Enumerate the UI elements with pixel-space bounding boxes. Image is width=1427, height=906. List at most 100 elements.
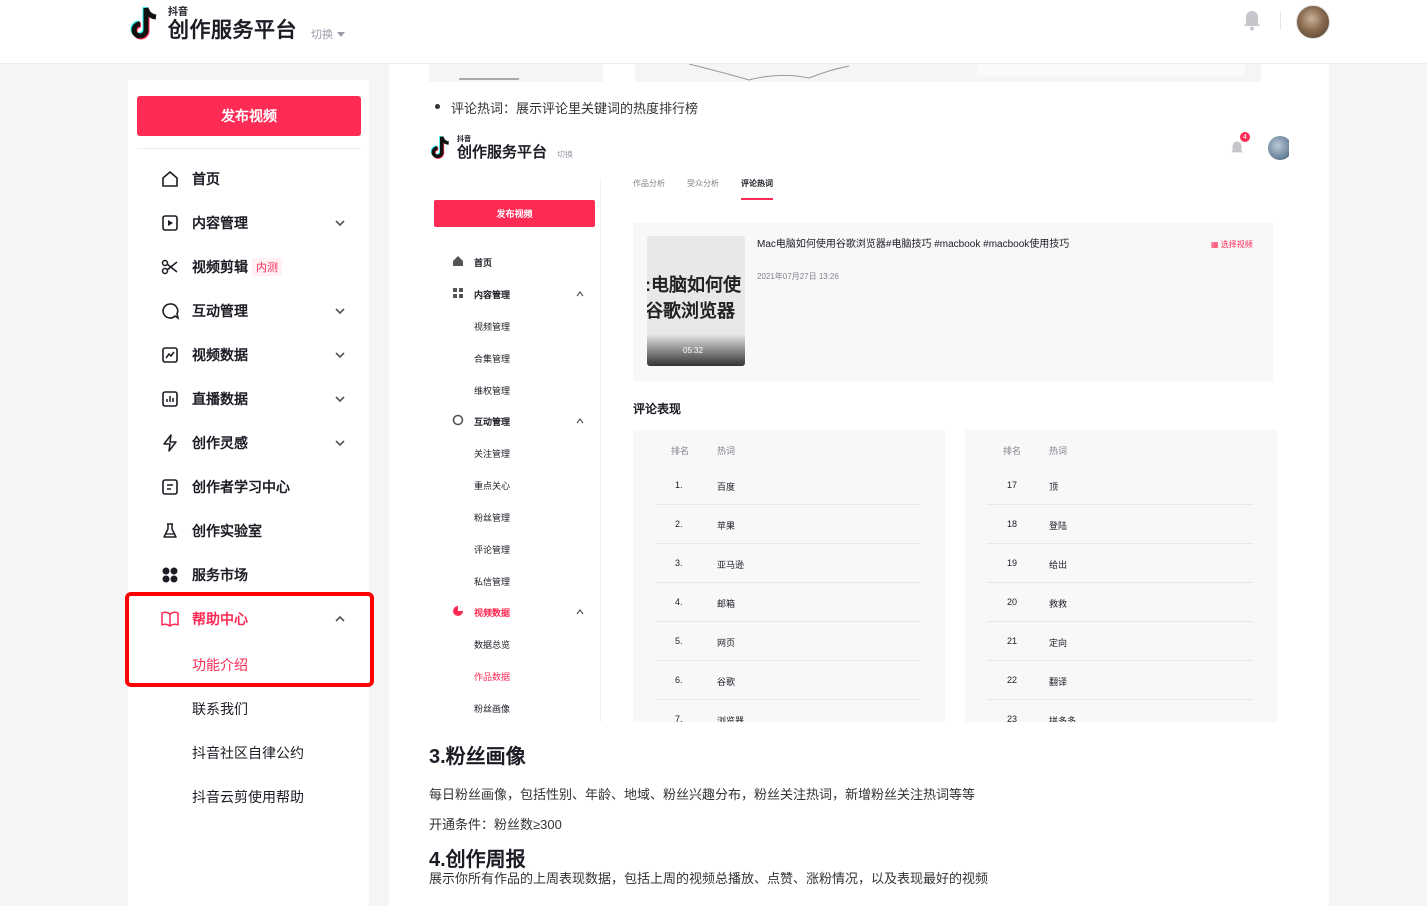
table-row: 20 救救 xyxy=(987,583,1253,622)
video-duration: 05:32 xyxy=(683,346,704,355)
shot-nav-item: 视频数据 xyxy=(474,608,511,618)
sidebar-item-video-edit[interactable]: 视频剪辑 内测 xyxy=(128,245,369,289)
shot-sidebar: 发布视频 首页 内容管理 视频管理 合集管理 维权管理 互动管理 关注管理 重点… xyxy=(429,178,601,722)
shot-nav-item: 重点关心 xyxy=(474,481,511,491)
table-row: 21 定向 xyxy=(987,622,1253,661)
weekly-report-description: 展示你所有作品的上周表现数据，包括上周的视频总播放、点赞、涨粉情况，以及表现最好… xyxy=(429,871,989,886)
shot-nav-item: 数据总览 xyxy=(474,640,511,650)
sidebar-item-label: 创作实验室 xyxy=(192,523,262,539)
tiktok-logo-icon xyxy=(130,7,157,40)
chevron-down-icon xyxy=(335,308,345,315)
tab-audience-analysis: 受众分析 xyxy=(687,179,719,188)
video-date: 2021年07月27日 13:26 xyxy=(757,272,839,281)
hotword-table-right: 排名 热词 17 顶 18 登陆 19 给出 20 救救 21 定向 22 翻译 23 拼多多 xyxy=(965,430,1277,722)
chevron-down-icon xyxy=(335,396,345,403)
shot-tabs: 作品分析 受众分析 评论热词 xyxy=(633,178,773,200)
shot-logo: 抖音 创作服务平台 切换 xyxy=(429,134,573,162)
sidebar-item-learning-center[interactable]: 创作者学习中心 xyxy=(128,465,369,509)
sidebar-sub-cloud-edit-help[interactable]: 抖音云剪使用帮助 xyxy=(192,787,304,807)
table-row: 6. 谷歌 xyxy=(655,661,921,700)
heading-fan-portrait: 3.粉丝画像 xyxy=(429,746,526,768)
shot-logo-small: 抖音 xyxy=(457,136,471,143)
chevron-down-icon xyxy=(335,440,345,447)
logo[interactable]: 抖音 创作服务平台 切换 xyxy=(128,4,345,44)
header-divider xyxy=(1280,12,1281,30)
sidebar-item-label: 首页 xyxy=(192,171,220,187)
lightning-icon xyxy=(163,434,177,452)
sidebar-item-content[interactable]: 内容管理 xyxy=(128,201,369,245)
pie-chart-icon xyxy=(453,606,463,616)
chart-icon xyxy=(162,347,178,363)
chevron-down-icon xyxy=(335,352,345,359)
sidebar-item-video-data[interactable]: 视频数据 xyxy=(128,333,369,377)
thumbnail-text: :电脑如何使 谷歌浏览器 xyxy=(647,275,741,321)
embedded-screenshot: 抖音 创作服务平台 切换 4 发布视频 首页 内容管理 视频管理 合集管理 维权… xyxy=(429,126,1289,722)
chat-icon xyxy=(162,303,180,320)
table-row: 3. 亚马逊 xyxy=(655,544,921,583)
shot-nav-item: 粉丝管理 xyxy=(474,513,511,523)
chat-icon xyxy=(452,414,464,426)
sidebar-sub-contact-us[interactable]: 联系我们 xyxy=(192,699,248,719)
cropped-image-strip xyxy=(429,64,1261,82)
chevron-up-icon xyxy=(576,291,584,297)
sidebar-item-service-market[interactable]: 服务市场 xyxy=(128,553,369,597)
notification-badge: 4 xyxy=(1240,132,1250,142)
shot-nav-item: 内容管理 xyxy=(474,290,511,300)
table-row: 18 登陆 xyxy=(987,505,1253,544)
home-icon xyxy=(162,171,178,187)
sidebar-item-live-data[interactable]: 直播数据 xyxy=(128,377,369,421)
shot-header: 抖音 创作服务平台 切换 4 xyxy=(429,126,1289,178)
sidebar-item-label: 直播数据 xyxy=(192,391,248,407)
bell-icon[interactable] xyxy=(1242,9,1262,31)
highlight-annotation xyxy=(125,592,374,687)
sidebar-item-label: 创作灵感 xyxy=(192,435,248,451)
sidebar-item-label: 视频剪辑 xyxy=(192,259,248,275)
bell-icon xyxy=(1231,141,1243,153)
shot-nav-item: 私信管理 xyxy=(474,577,511,587)
video-card: :电脑如何使 谷歌浏览器 05:32 Mac电脑如何使用谷歌浏览器#电脑技巧 #… xyxy=(633,223,1273,381)
table-row: 7. 浏览器 xyxy=(675,714,745,722)
sidebar-sub-community-convention[interactable]: 抖音社区自律公约 xyxy=(192,743,304,763)
video-title: Mac电脑如何使用谷歌浏览器#电脑技巧 #macbook #macbook使用技… xyxy=(757,239,1070,250)
caret-down-icon xyxy=(337,31,345,37)
col-word-header: 热词 xyxy=(717,446,736,456)
select-grid-icon: ▦ xyxy=(1211,240,1219,249)
switch-label: 切换 xyxy=(311,29,333,41)
shot-publish-button: 发布视频 xyxy=(434,200,595,227)
sidebar-item-home[interactable]: 首页 xyxy=(128,157,369,201)
sidebar-item-label: 视频数据 xyxy=(192,347,248,363)
shot-main: 作品分析 受众分析 评论热词 :电脑如何使 谷歌浏览器 05:32 Mac电脑如… xyxy=(619,178,1289,722)
sidebar-item-interaction[interactable]: 互动管理 xyxy=(128,289,369,333)
select-video-link: ▦ 选择视频 xyxy=(1211,240,1253,249)
shot-nav-item: 合集管理 xyxy=(474,354,511,364)
logo-title: 创作服务平台 xyxy=(168,19,297,42)
hotword-table-left: 排名 热词 1. 百度 2. 苹果 3. 亚马逊 4. 邮箱 5. 网页 6. 谷歌 7. 浏… xyxy=(633,430,945,722)
grid-icon xyxy=(453,288,463,298)
divider xyxy=(137,148,361,149)
shot-nav-item: 关注管理 xyxy=(474,449,511,459)
avatar xyxy=(1268,136,1289,160)
bullet-comment-hotwords: 评论热词：展示评论里关键词的热度排行榜 xyxy=(434,98,698,117)
grid-icon xyxy=(162,567,178,583)
sidebar-item-inspiration[interactable]: 创作灵感 xyxy=(128,421,369,465)
col-rank-header: 排名 xyxy=(1003,446,1022,456)
table-row: 2. 苹果 xyxy=(655,505,921,544)
shot-nav-item: 首页 xyxy=(474,258,493,268)
user-avatar[interactable] xyxy=(1296,5,1330,39)
publish-video-button[interactable]: 发布视频 xyxy=(137,96,361,136)
document-icon xyxy=(162,479,178,495)
scissors-icon xyxy=(161,259,178,275)
table-row: 23 拼多多 xyxy=(1007,714,1077,722)
table-row: 19 给出 xyxy=(987,544,1253,583)
sidebar-item-lab[interactable]: 创作实验室 xyxy=(128,509,369,553)
live-data-icon xyxy=(162,391,178,407)
sidebar-item-label: 创作者学习中心 xyxy=(192,479,290,495)
table-row: 5. 网页 xyxy=(655,622,921,661)
platform-switch[interactable]: 切换 xyxy=(311,26,345,42)
fan-portrait-description: 每日粉丝画像，包括性别、年龄、地域、粉丝兴趣分布，粉丝关注热词，新增粉丝关注热词… xyxy=(429,787,976,802)
flask-icon xyxy=(163,523,177,538)
chevron-up-icon xyxy=(576,418,584,424)
beta-badge: 内测 xyxy=(252,258,282,276)
sidebar: 发布视频 首页 内容管理 视频剪辑 内测 互动管理 视频数据 直播数据 创作灵感… xyxy=(128,80,369,906)
shot-nav-item: 维权管理 xyxy=(474,386,511,396)
